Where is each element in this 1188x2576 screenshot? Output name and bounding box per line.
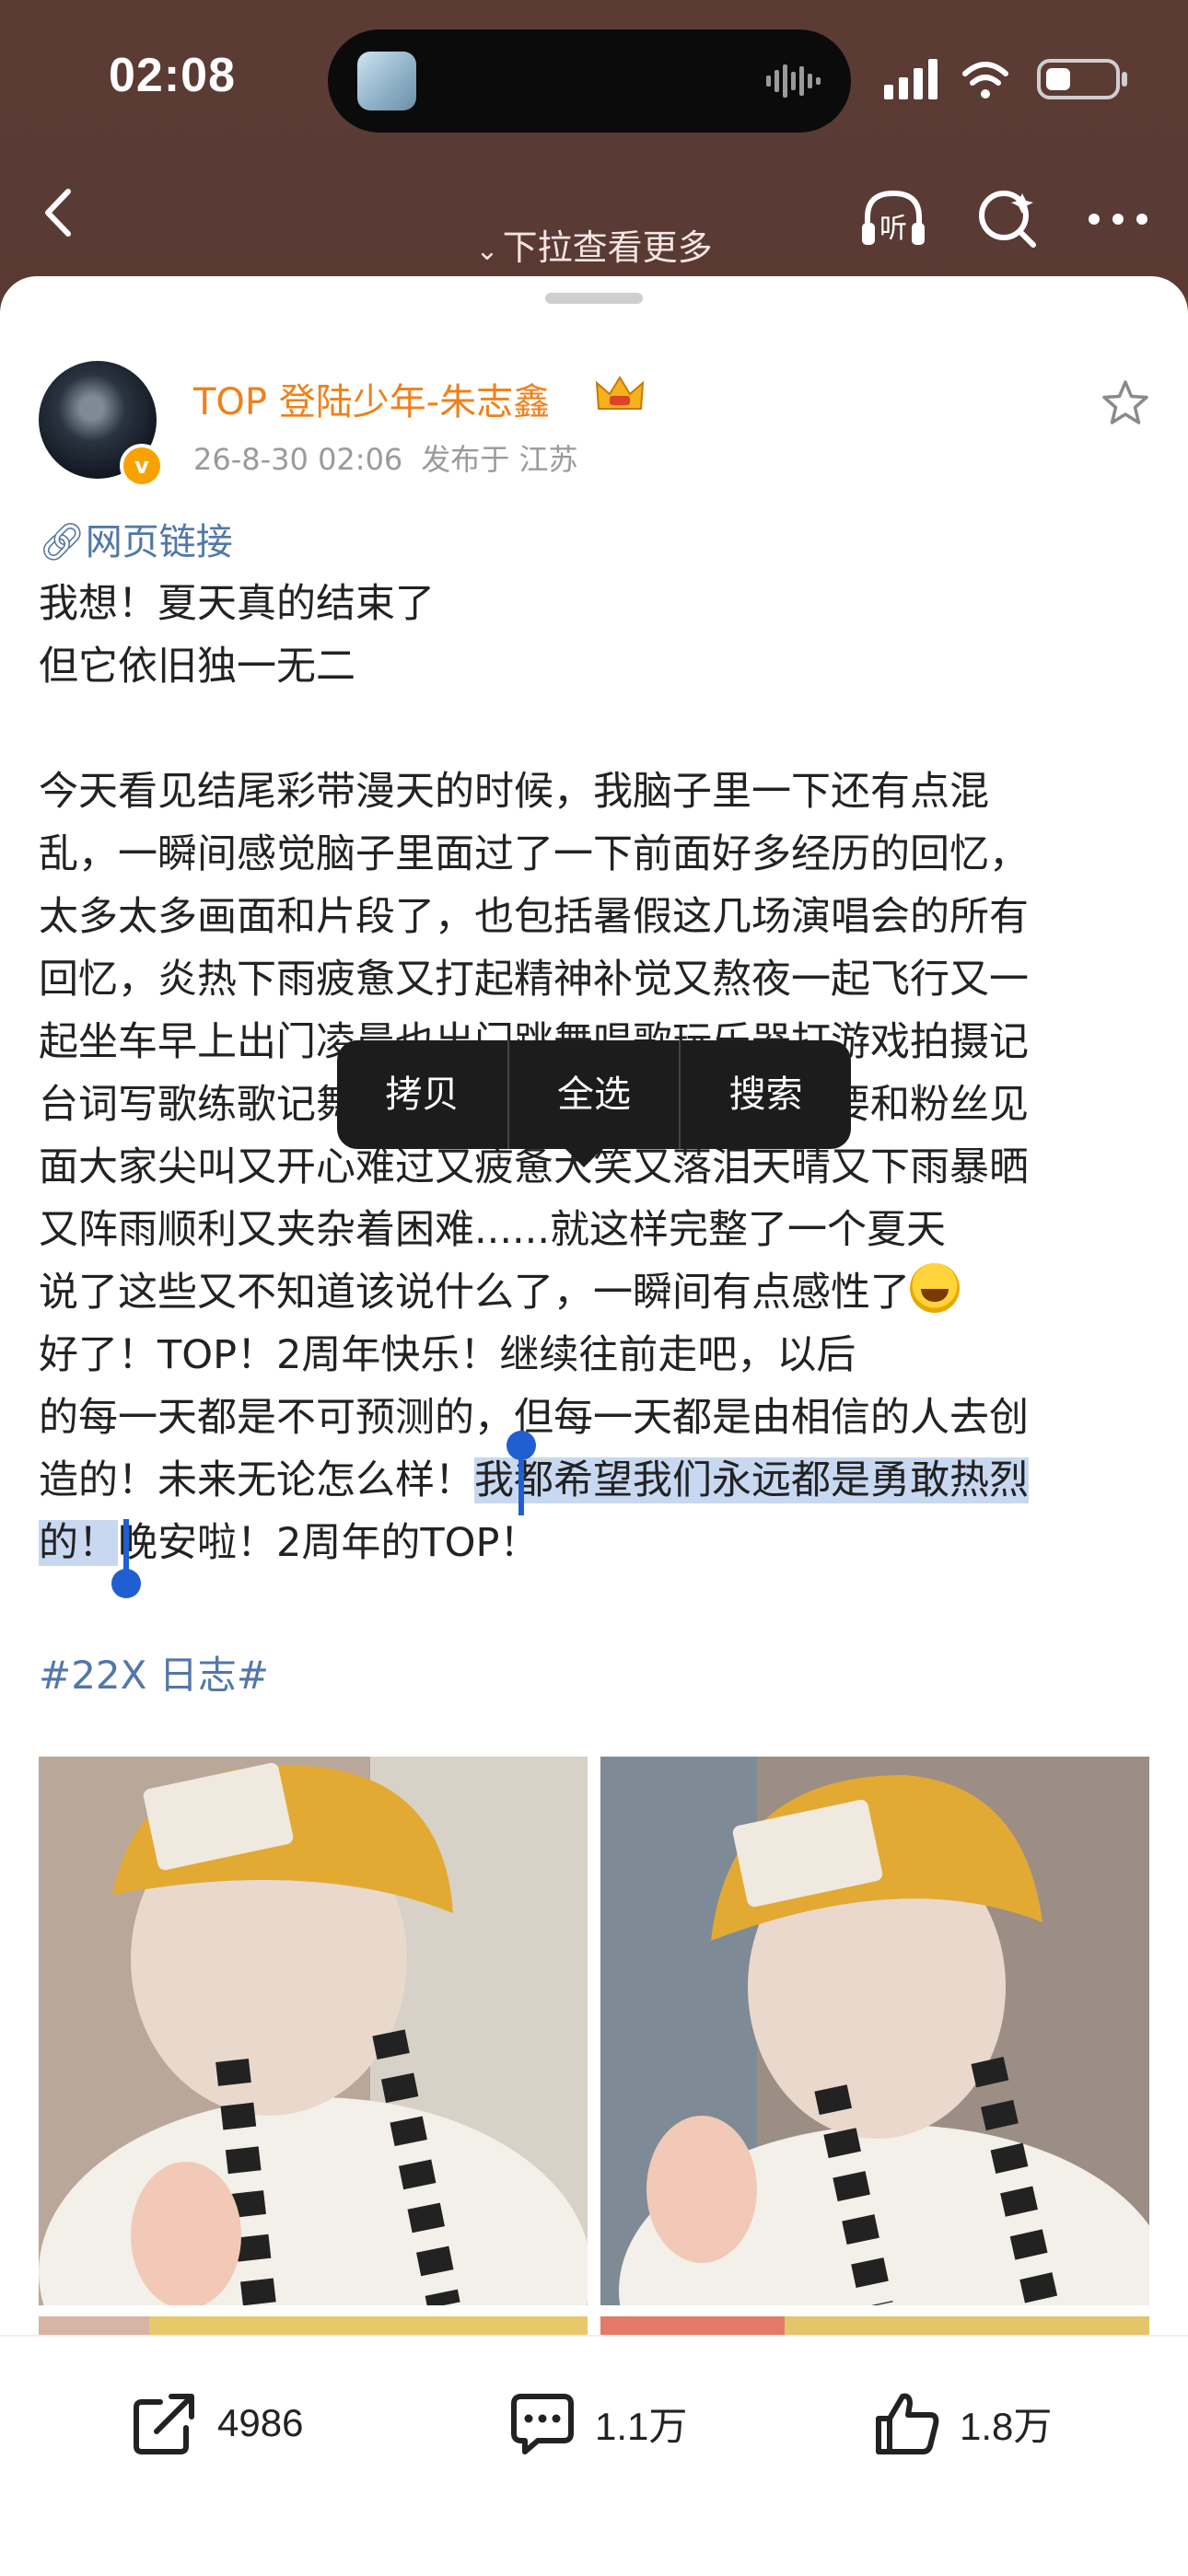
web-link[interactable]: 🔗︎网页链接 (39, 512, 233, 565)
text-line: 我想！夏天真的结束了 (39, 581, 435, 627)
sheet-grabber[interactable] (545, 293, 643, 304)
text-line: 好了！TOP！2周年快乐！继续往前走吧，以后 (39, 1332, 856, 1378)
now-playing-thumbnail (357, 52, 416, 110)
hashtag-link[interactable]: #22X 日志# (39, 1644, 269, 1700)
like-count: 1.8万 (960, 2404, 1053, 2448)
text-context-menu: 拷贝 全选 搜索 (337, 1040, 851, 1149)
selection-end-caret (123, 1519, 129, 1576)
comment-button[interactable]: 1.1万 (507, 2386, 687, 2460)
selected-text[interactable]: 我都希望我们永远都是勇敢热烈 (474, 1457, 1029, 1503)
selection-end-handle[interactable] (111, 1569, 141, 1598)
text-line: 乱，一瞬间感觉脑子里面过了一下前面好多经历的回忆， (39, 831, 1029, 877)
text-line: 太多太多画面和片段了，也包括暑假这几场演唱会的所有 (39, 894, 1029, 940)
text-line: 的！晚安啦！2周年的TOP！ (39, 1520, 540, 1566)
crown-badge-icon (595, 376, 645, 410)
svg-text:听: 听 (879, 213, 907, 245)
chevron-down-icon: ⌄ (475, 235, 499, 267)
battery-icon (1037, 59, 1127, 99)
text-line: 的每一天都是不可预测的，但每一天都是由相信的人去创 (39, 1395, 1029, 1441)
laugh-cry-emoji-icon (910, 1263, 960, 1313)
copy-menu-item[interactable]: 拷贝 (337, 1040, 507, 1149)
selection-start-caret (518, 1455, 524, 1515)
post-meta: 26-8-30 02:06 发布于 江苏 (193, 436, 577, 479)
select-all-menu-item[interactable]: 全选 (509, 1040, 680, 1149)
text-line: 但它依旧独一无二 (39, 644, 355, 690)
status-icons (884, 59, 1127, 99)
action-bar: 4986 1.1万 1.8万 (0, 2335, 1188, 2576)
post-image-1[interactable] (39, 1757, 588, 2305)
text-line: 说了这些又不知道该说什么了，一瞬间有点感性了 (39, 1261, 1153, 1324)
signal-icon (884, 59, 938, 99)
text-line: 造的！未来无论怎么样！我都希望我们永远都是勇敢热烈 (39, 1457, 1029, 1503)
link-icon: 🔗︎ (39, 521, 86, 563)
text-line: 又阵雨顺利又夹杂着困难......就这样完整了一个夏天 (39, 1207, 947, 1253)
comment-icon (511, 2394, 574, 2454)
thumbs-up-icon (876, 2393, 939, 2454)
search-menu-item[interactable]: 搜索 (681, 1040, 851, 1149)
share-icon (134, 2394, 194, 2454)
post-timestamp: 26-8-30 02:06 (193, 442, 403, 477)
comment-count: 1.1万 (595, 2404, 688, 2448)
more-icon[interactable] (1079, 180, 1157, 258)
post-image-2[interactable] (600, 1757, 1149, 2305)
verified-badge-icon: v (120, 444, 164, 488)
post-location: 发布于 江苏 (421, 442, 578, 477)
author-name[interactable]: TOP 登陆少年-朱志鑫 (193, 372, 550, 425)
like-button[interactable]: 1.8万 (871, 2386, 1052, 2460)
repost-count: 4986 (217, 2401, 304, 2444)
star-icon[interactable] (1100, 377, 1151, 429)
audio-wave-icon (766, 64, 821, 98)
search-icon[interactable] (969, 180, 1046, 258)
dynamic-island[interactable] (328, 29, 851, 133)
text-line: 今天看见结尾彩带漫天的时候，我脑子里一下还有点混 (39, 769, 989, 815)
selected-text-end[interactable]: 的！ (39, 1520, 118, 1566)
text-line: 回忆，炎热下雨疲惫又打起精神补觉又熬夜一起飞行又一 (39, 957, 1029, 1003)
listen-icon[interactable]: 听 (855, 180, 932, 258)
context-menu-pointer (564, 1147, 604, 1167)
post-card: v TOP 登陆少年-朱志鑫 26-8-30 02:06 发布于 江苏 🔗︎网页链… (0, 276, 1188, 2338)
status-time: 02:08 (109, 49, 236, 102)
repost-button[interactable]: 4986 (129, 2386, 303, 2460)
wifi-icon (962, 62, 1008, 86)
